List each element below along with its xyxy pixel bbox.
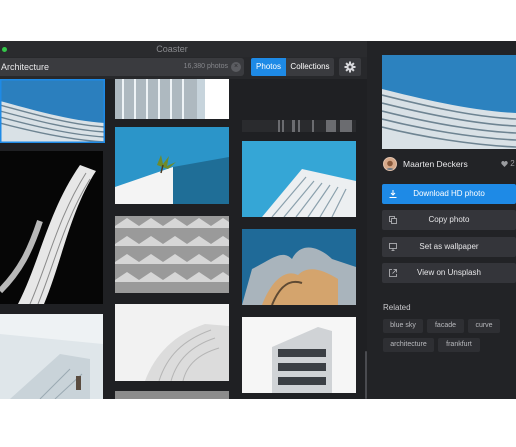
search-field[interactable]: Architecture 16,380 photos × (0, 58, 244, 76)
photo-grid (0, 79, 367, 399)
author-name[interactable]: Maarten Deckers (403, 159, 468, 169)
photo-tile[interactable] (242, 229, 356, 305)
view-on-unsplash-button[interactable]: View on Unsplash (382, 263, 516, 283)
search-query[interactable]: Architecture (1, 62, 49, 72)
set-wallpaper-label: Set as wallpaper (419, 242, 479, 251)
download-hd-button[interactable]: Download HD photo (382, 184, 516, 204)
monitor-icon (389, 243, 397, 251)
photo-tile[interactable] (242, 317, 356, 393)
tag-frankfurt[interactable]: frankfurt (438, 338, 480, 352)
tab-photos[interactable]: Photos (251, 58, 286, 76)
photo-tile[interactable] (115, 391, 229, 399)
photo-tile[interactable] (115, 127, 229, 204)
tag-blue-sky[interactable]: blue sky (383, 319, 423, 333)
clear-icon[interactable]: × (231, 62, 241, 72)
photo-tile-partial[interactable] (242, 119, 356, 132)
photo-tile[interactable] (242, 141, 356, 217)
copy-icon (389, 216, 397, 224)
likes-value: 2 (510, 159, 515, 168)
selected-photo-preview[interactable] (382, 55, 516, 149)
detail-sidebar: Maarten Deckers 2 Download HD photo Copy… (367, 41, 516, 399)
copy-photo-button[interactable]: Copy photo (382, 210, 516, 230)
download-hd-label: Download HD photo (413, 189, 485, 198)
view-on-unsplash-label: View on Unsplash (417, 268, 481, 277)
photo-tile[interactable] (0, 314, 103, 399)
related-heading: Related (383, 303, 411, 312)
copy-photo-label: Copy photo (428, 215, 470, 224)
photo-tile[interactable] (0, 151, 103, 304)
toolbar: Architecture 16,380 photos × Photos Coll… (0, 57, 367, 79)
set-wallpaper-button[interactable]: Set as wallpaper (382, 237, 516, 257)
likes-count: 2 (501, 159, 515, 168)
heart-icon (501, 160, 508, 167)
avatar[interactable] (383, 157, 397, 171)
settings-button[interactable] (339, 58, 361, 76)
app-window: Coaster Architecture 16,380 photos × Pho… (0, 41, 516, 399)
download-icon (389, 190, 397, 198)
photo-tile[interactable] (0, 79, 105, 143)
photo-tile[interactable] (115, 304, 229, 381)
tag-architecture[interactable]: architecture (383, 338, 434, 352)
photo-tile[interactable] (115, 216, 229, 293)
window-title: Coaster (156, 44, 188, 54)
tag-facade[interactable]: facade (427, 319, 464, 333)
gear-icon (344, 61, 356, 73)
external-link-icon (389, 269, 397, 277)
photo-tile[interactable] (115, 79, 229, 119)
tab-collections[interactable]: Collections (286, 58, 334, 76)
photo-count: 16,380 photos (183, 63, 228, 70)
tag-curve[interactable]: curve (468, 319, 500, 333)
